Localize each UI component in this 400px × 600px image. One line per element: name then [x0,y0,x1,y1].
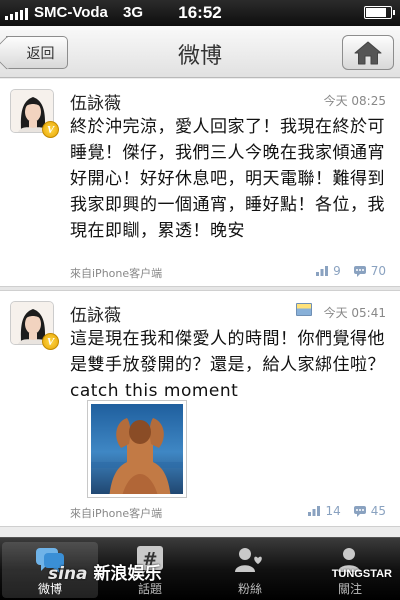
post-text: 終於沖完涼，愛人回家了！我現在終於可睡覺！傑仔，我們三人今晚在我家傾通宵好開心！… [70,117,385,241]
battery-icon [364,6,395,19]
sina-logo-text: sina [48,564,88,584]
home-icon [354,41,382,64]
fans-icon [235,548,262,572]
status-time: 16:52 [178,3,222,22]
comment-icon [353,266,366,277]
agency-watermark: TUNGSTAR [331,568,392,580]
post-source: 來自iPhone客户端 [70,507,163,520]
navigation-bar: 返回 微博 [0,26,400,78]
post-time: 今天 05:41 [323,306,386,320]
picture-icon [296,303,312,316]
feed-post[interactable]: V 伍詠薇 今天 08:25 終於沖完涼，愛人回家了！我現在終於可睡覺！傑仔，我… [0,79,400,287]
post-stats: 9 70 [315,264,386,278]
repost-icon [308,506,321,516]
verified-badge-icon: V [42,121,59,138]
verified-badge-icon: V [42,333,59,350]
comment-count: 70 [370,264,386,278]
repost-count: 14 [325,504,341,518]
page-title: 微博 [177,44,222,69]
sina-watermark: sina 新浪娱乐 [48,559,161,584]
tab-label: 關注 [337,582,362,596]
repost-count: 9 [333,264,341,278]
post-username[interactable]: 伍詠薇 [70,301,121,326]
post-text: 這是現在我和傑愛人的時間！你們覺得他是雙手放發開的？還是，給人家綁住啦？catc… [70,329,385,401]
comment-count: 45 [370,504,386,518]
status-bar: SMC-Voda 3G 16:52 [0,0,400,26]
feed-post[interactable]: V 伍詠薇 今天 05:41 這是現在我和傑愛人的時間！你們覺得他是雙手放發開的… [0,291,400,527]
watermark-text: 新浪娱乐 [93,564,162,584]
post-image[interactable] [88,401,186,497]
post-time: 今天 08:25 [323,94,386,108]
comment-icon [353,506,366,517]
post-source: 來自iPhone客户端 [70,267,163,280]
home-button[interactable] [342,35,394,70]
post-username[interactable]: 伍詠薇 [70,89,121,114]
weibo-feed[interactable]: V 伍詠薇 今天 08:25 終於沖完涼，愛人回家了！我現在終於可睡覺！傑仔，我… [0,79,400,536]
tab-label: 粉絲 [237,582,262,596]
tab-fans[interactable]: 粉絲 [202,542,298,598]
post-stats: 14 45 [307,504,386,518]
repost-icon [316,266,329,276]
